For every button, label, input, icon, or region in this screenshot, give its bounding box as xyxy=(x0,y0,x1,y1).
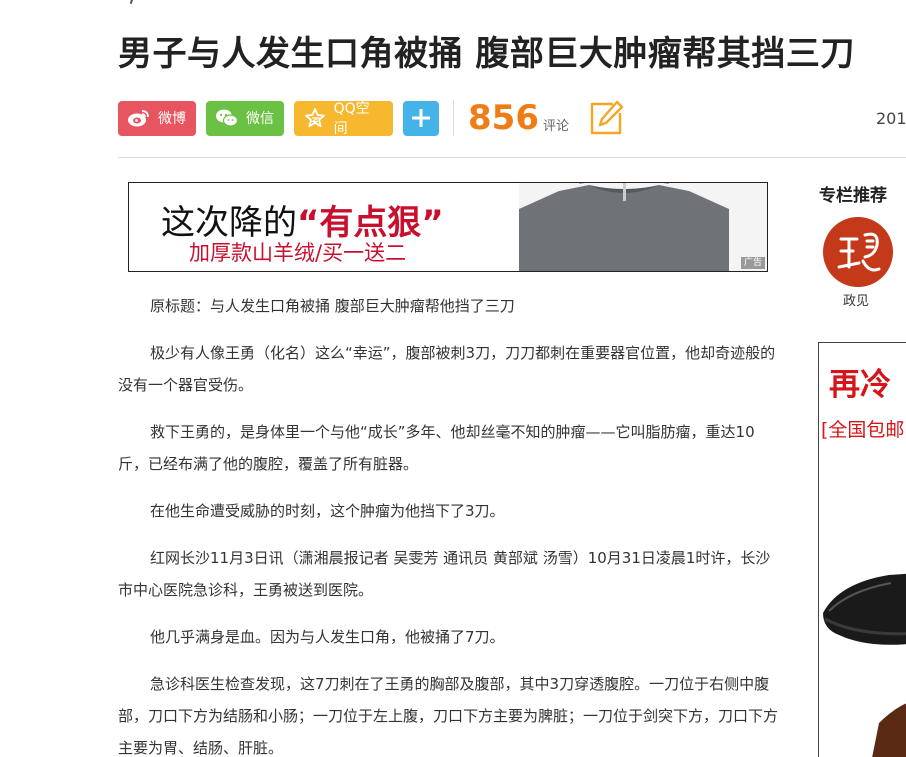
ad-tag: 广告 xyxy=(740,257,765,269)
article-paragraph: 急诊科医生检查发现，这7刀刺在了王勇的胸部及腹部，其中3刀穿透腹腔。一刀位于右侧… xyxy=(118,675,779,757)
share-qzone-label: QQ空间 xyxy=(333,101,370,137)
article-paragraph: 救下王勇的，是身体里一个与他“成长”多年、他却丝毫不知的肿瘤——它叫脂肪瘤，重达… xyxy=(118,423,755,473)
article-paragraph: 在他生命遭受威胁的时刻，这个肿瘤为他挡下了3刀。 xyxy=(150,502,505,520)
banner-ad-subline: 加厚款山羊绒/买一送二 xyxy=(189,241,407,265)
article-paragraph: 红网长沙11月3日讯（潇湘晨报记者 吴雯芳 通讯员 黄部斌 汤雪）10月31日凌… xyxy=(118,549,771,599)
share-divider xyxy=(453,100,454,136)
top-edge-mark xyxy=(129,0,135,5)
article-paragraph: 他几乎满身是血。因为与人发生口角，他被捅了7刀。 xyxy=(150,628,505,646)
sidebar-ad-headline: 再冷 xyxy=(829,367,891,403)
share-weixin-button[interactable]: 微信 xyxy=(206,100,284,136)
leather-shoe-image xyxy=(823,573,906,757)
share-weixin-label: 微信 xyxy=(246,111,274,127)
share-weibo-button[interactable]: 微博 xyxy=(118,100,196,136)
column-name[interactable]: 政见 xyxy=(843,290,869,309)
plus-icon xyxy=(412,109,430,127)
sidebar-ad-subline: [全国包邮 xyxy=(821,419,905,441)
column-section-title: 专栏推荐 xyxy=(819,186,887,206)
qzone-star-icon xyxy=(302,107,328,129)
column-logo-icon xyxy=(837,232,881,272)
weibo-icon xyxy=(126,107,152,129)
article-body: 原标题：与人发生口角被捅 腹部巨大肿瘤帮他挡了三刀 极少有人像王勇（化名）这么“… xyxy=(118,290,780,757)
comment-count[interactable]: 856 xyxy=(468,98,539,138)
share-weibo-label: 微博 xyxy=(158,111,186,127)
wechat-icon xyxy=(214,107,240,129)
pencil-icon[interactable] xyxy=(587,99,625,137)
article-paragraph: 极少有人像王勇（化名）这么“幸运”，腹部被刺3刀，刀刀都刺在重要器官位置，他却奇… xyxy=(118,344,776,394)
share-more-button[interactable] xyxy=(403,100,439,136)
header-divider xyxy=(118,157,906,158)
article-paragraph: 原标题：与人发生口角被捅 腹部巨大肿瘤帮他挡了三刀 xyxy=(150,297,515,315)
sidebar-ad[interactable]: 再冷 [全国包邮 xyxy=(818,342,906,757)
share-qzone-button[interactable]: QQ空间 xyxy=(294,100,393,137)
share-bar: 微博 微信 QQ空间 856 评论 xyxy=(118,98,625,138)
comment-label[interactable]: 评论 xyxy=(543,115,569,134)
column-avatar[interactable] xyxy=(823,217,893,287)
publish-date: 201 xyxy=(876,109,906,128)
banner-ad[interactable]: 这次降的“有点狠” 加厚款山羊绒/买一送二 广告 xyxy=(128,182,768,272)
sweater-image xyxy=(519,183,767,271)
article-title: 男子与人发生口角被捅 腹部巨大肿瘤帮其挡三刀 xyxy=(118,34,855,74)
